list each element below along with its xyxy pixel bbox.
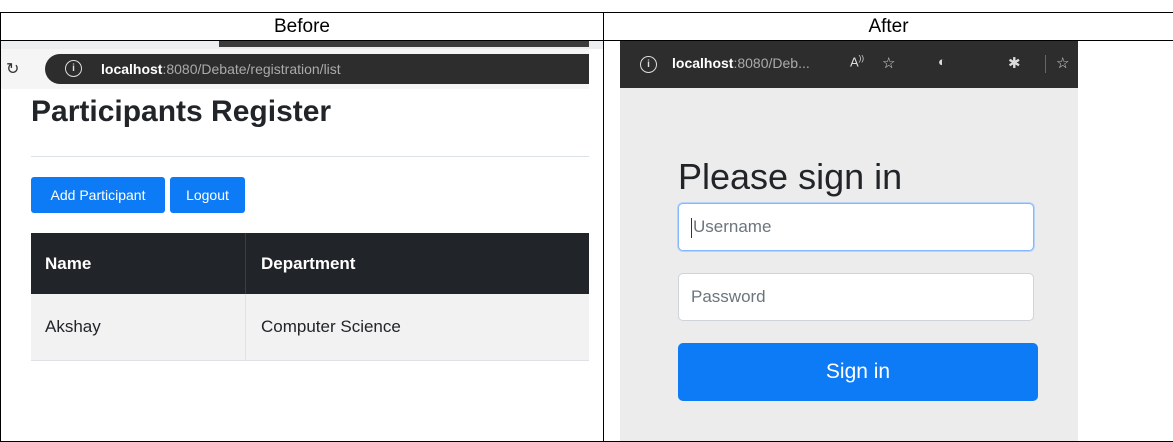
page-title: Participants Register xyxy=(31,95,331,129)
logout-button[interactable]: Logout xyxy=(170,177,245,213)
divider xyxy=(31,156,589,157)
before-header: Before xyxy=(1,13,604,41)
column-header-department: Department xyxy=(261,233,355,294)
password-input[interactable]: Password xyxy=(678,273,1034,321)
info-icon[interactable]: i xyxy=(65,60,82,77)
table-header: Name Department xyxy=(31,233,589,294)
after-screenshot: i localhost:8080/Deb... A)) ☆ ◐ ✱ ☆ Plea… xyxy=(604,41,1173,441)
column-header-name: Name xyxy=(45,233,91,294)
signin-title: Please sign in xyxy=(678,156,902,198)
cell-name: Akshay xyxy=(45,294,101,360)
participants-page: Participants Register Add Participant Lo… xyxy=(1,89,589,441)
browser-tab[interactable] xyxy=(219,41,589,47)
cell-department: Computer Science xyxy=(261,294,401,360)
info-icon[interactable]: i xyxy=(640,56,657,73)
before-screenshot: ↻ i localhost:8080/Debate/registration/l… xyxy=(1,41,603,441)
table-row: Akshay Computer Science xyxy=(31,294,589,361)
read-aloud-icon[interactable]: A)) xyxy=(850,54,864,69)
reload-icon[interactable]: ↻ xyxy=(6,59,19,79)
add-participant-button[interactable]: Add Participant xyxy=(31,177,165,213)
tab-strip xyxy=(1,41,603,49)
username-input[interactable]: Username xyxy=(678,203,1034,251)
url-text[interactable]: localhost:8080/Deb... xyxy=(672,55,810,71)
address-bar-area: ↻ i localhost:8080/Debate/registration/l… xyxy=(1,49,589,89)
toolbar-separator xyxy=(1045,55,1046,73)
extension-icon[interactable]: ◐ xyxy=(938,54,946,69)
favorite-add-icon[interactable]: ☆ xyxy=(882,54,895,72)
browser-toolbar: i localhost:8080/Deb... A)) ☆ ◐ ✱ ☆ xyxy=(620,41,1078,88)
favorites-icon[interactable]: ☆ xyxy=(1056,54,1069,72)
signin-button[interactable]: Sign in xyxy=(678,343,1038,401)
puzzle-icon[interactable]: ✱ xyxy=(1008,54,1021,72)
login-page: Please sign in Username Password Sign in xyxy=(620,88,1078,441)
after-header: After xyxy=(604,13,1173,41)
url-text: localhost:8080/Debate/registration/list xyxy=(101,61,341,77)
address-bar[interactable]: i localhost:8080/Debate/registration/lis… xyxy=(45,54,589,84)
clipped-caption xyxy=(0,0,1173,12)
comparison-table: Before After ↻ i localhost:8080/Debate/r… xyxy=(0,12,1173,442)
